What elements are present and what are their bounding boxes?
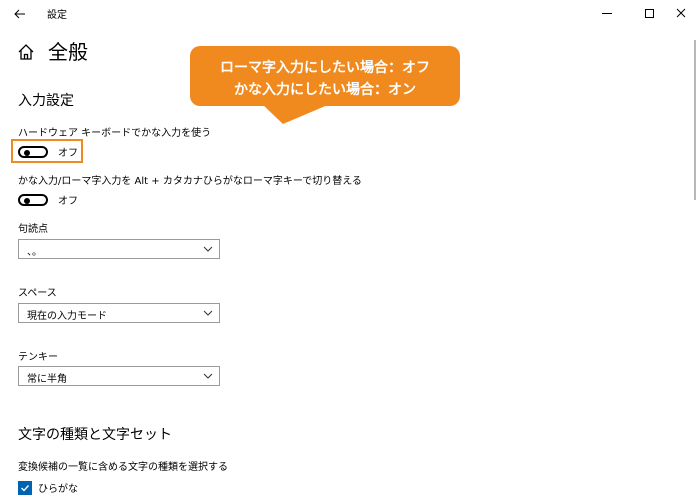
punctuation-label: 句読点 <box>18 224 48 235</box>
hiragana-checkbox[interactable] <box>18 480 32 495</box>
callout-line-2: かな入力にしたい場合：オン <box>234 82 416 98</box>
close-button[interactable] <box>664 0 698 26</box>
input-settings-heading: 入力設定 <box>18 93 74 109</box>
minimize-button[interactable] <box>590 0 624 26</box>
hw-keyboard-kana-label: ハードウェア キーボードでかな入力を使う <box>18 128 212 139</box>
toggle-highlight-box <box>11 139 83 163</box>
title-bar: 設定 <box>0 0 700 32</box>
alt-kana-toggle[interactable] <box>18 193 48 206</box>
vertical-scrollbar[interactable] <box>694 40 696 200</box>
hiragana-checkbox-label: ひらがな <box>38 484 78 495</box>
window-title: 設定 <box>47 10 67 21</box>
charset-description: 変換候補の一覧に含める文字の種類を選択する <box>18 462 228 473</box>
space-dropdown[interactable]: 現在の入力モード <box>18 303 220 323</box>
tenkey-value: 常に半角 <box>27 374 67 385</box>
maximize-icon <box>644 8 654 18</box>
punctuation-value: 、。 <box>27 247 42 258</box>
alt-kana-toggle-row: オフ <box>18 192 78 207</box>
home-icon[interactable] <box>16 42 36 62</box>
callout-line-1: ローマ字入力にしたい場合：オフ <box>220 60 430 76</box>
page-title: 全般 <box>48 40 88 64</box>
space-label: スペース <box>18 288 57 299</box>
back-arrow-icon <box>14 9 25 19</box>
punctuation-dropdown[interactable]: 、。 <box>18 239 220 259</box>
hiragana-checkbox-row: ひらがな <box>18 480 78 495</box>
back-button[interactable] <box>6 0 34 28</box>
alt-kana-toggle-label: かな入力/ローマ字入力を Alt + カタカナひらがなローマ字キーで切り替える <box>18 176 362 187</box>
chevron-down-icon <box>203 373 213 379</box>
minimize-icon <box>602 12 612 14</box>
close-icon <box>676 8 686 18</box>
chevron-down-icon <box>203 246 213 252</box>
toggle-knob <box>24 197 30 204</box>
checkmark-icon <box>21 484 30 492</box>
tenkey-label: テンキー <box>18 352 58 363</box>
tenkey-dropdown[interactable]: 常に半角 <box>18 366 220 386</box>
maximize-button[interactable] <box>632 0 666 26</box>
chevron-down-icon <box>203 310 213 316</box>
alt-kana-toggle-state: オフ <box>58 196 78 207</box>
space-value: 現在の入力モード <box>27 311 107 322</box>
charset-heading: 文字の種類と文字セット <box>18 427 172 443</box>
